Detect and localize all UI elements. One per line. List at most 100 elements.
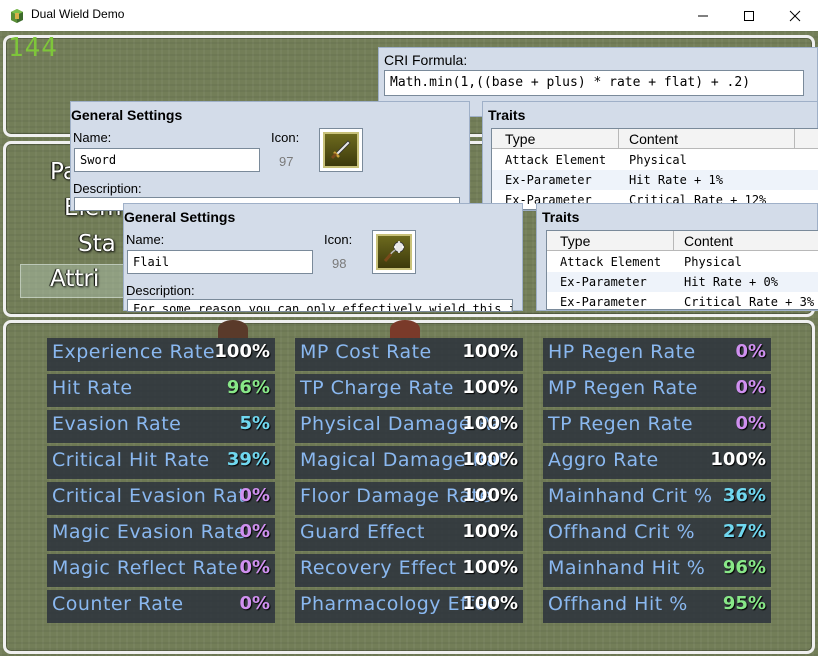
sword-icon — [330, 140, 351, 160]
stat-row: Counter Rate 0% — [47, 590, 275, 623]
weapon2-traits-panel: Traits Type Content Attack Element Physi… — [536, 203, 818, 311]
trait-type: Attack Element — [560, 255, 662, 269]
stat-row: Aggro Rate 100% — [543, 446, 771, 479]
stat-row: Magic Evasion Rate 0% — [47, 518, 275, 551]
weapon2-traits-table[interactable]: Type Content Attack Element Physical Ex-… — [546, 230, 818, 310]
weapon2-traits-title: Traits — [542, 209, 580, 225]
maximize-button[interactable] — [726, 0, 772, 31]
trait-content: Hit Rate + 1% — [629, 173, 723, 187]
stat-value: 100% — [710, 449, 766, 470]
character-sprite — [218, 320, 248, 338]
maximize-icon — [744, 10, 754, 21]
stat-row: Guard Effect 100% — [295, 518, 523, 551]
stat-value: 96% — [722, 557, 766, 578]
stat-value: 0% — [735, 377, 766, 398]
weapon2-name-label: Name: — [126, 232, 165, 247]
close-button[interactable] — [772, 0, 818, 31]
stat-row: Offhand Hit % 95% — [543, 590, 771, 623]
stat-label: Mainhand Crit % — [548, 485, 713, 507]
stat-label: Experience Rate — [52, 341, 216, 363]
menu-command-3[interactable]: Sta — [78, 231, 116, 257]
stat-label: Hit Rate — [52, 377, 133, 399]
table-row[interactable]: Ex-Parameter Critical Rate + 3% — [547, 292, 818, 309]
stat-row: HP Regen Rate 0% — [543, 338, 771, 371]
game-canvas[interactable]: 144 Pa Elem Sta Attri CRI Formula: Math.… — [0, 31, 818, 656]
stat-value: 96% — [226, 377, 270, 398]
weapon1-general-title: General Settings — [71, 107, 183, 123]
column-header-type[interactable]: Type — [505, 131, 535, 147]
stat-row: Floor Damage Rate 100% — [295, 482, 523, 515]
weapon1-traits-panel: Traits Type Content Attack Element Physi… — [482, 101, 818, 211]
stat-label: Critical Hit Rate — [52, 449, 210, 471]
title-bar[interactable]: Dual Wield Demo — [0, 0, 818, 31]
stat-value: 27% — [722, 521, 766, 542]
stat-label: Guard Effect — [300, 521, 425, 543]
stat-value: 100% — [214, 341, 270, 362]
stat-value: 100% — [462, 341, 518, 362]
table-row[interactable]: Ex-Parameter Hit Rate + 1% — [492, 170, 818, 190]
stat-row: TP Regen Rate 0% — [543, 410, 771, 443]
weapon2-icon-picker[interactable] — [372, 230, 416, 274]
trait-content: Critical Rate + 3% — [684, 295, 815, 309]
stat-label: Offhand Hit % — [548, 593, 688, 615]
trait-content: Physical — [629, 153, 687, 167]
app-window: Dual Wield Demo 144 Pa Elem Sta Attri CR… — [0, 0, 818, 656]
stat-row: Magical Damage Rat 100% — [295, 446, 523, 479]
table-header: Type Content — [492, 129, 818, 149]
table-row[interactable]: Ex-Parameter Hit Rate + 0% — [547, 272, 818, 292]
table-row[interactable]: Attack Element Physical — [492, 150, 818, 170]
trait-type: Attack Element — [505, 153, 607, 167]
column-header-content[interactable]: Content — [629, 131, 678, 147]
stat-value: 100% — [462, 521, 518, 542]
stat-value: 100% — [462, 449, 518, 470]
weapon2-general-title: General Settings — [124, 209, 236, 225]
fps-counter: 144 — [8, 33, 58, 63]
stat-value: 100% — [462, 593, 518, 614]
stat-label: Magic Reflect Rate — [52, 557, 239, 579]
weapon1-description-label: Description: — [73, 181, 142, 196]
stat-label: TP Regen Rate — [548, 413, 694, 435]
weapon2-icon-index: 98 — [332, 256, 347, 271]
stat-row: Hit Rate 96% — [47, 374, 275, 407]
stat-value: 0% — [239, 485, 270, 506]
minimize-icon — [698, 15, 708, 16]
flail-icon — [383, 241, 405, 262]
stat-row: Experience Rate 100% — [47, 338, 275, 371]
stat-label: Magic Evasion Rate — [52, 521, 247, 543]
weapon2-description-input[interactable]: For some reason you can only effectively… — [127, 299, 513, 312]
column-header-content[interactable]: Content — [684, 233, 733, 249]
weapon2-name-input[interactable]: Flail — [127, 250, 313, 274]
stat-value: 100% — [462, 413, 518, 434]
stat-label: MP Regen Rate — [548, 377, 698, 399]
stat-value: 39% — [226, 449, 270, 470]
minimize-button[interactable] — [680, 0, 726, 31]
stat-row: Offhand Crit % 27% — [543, 518, 771, 551]
formula-input[interactable]: Math.min(1,((base + plus) * rate + flat)… — [384, 70, 804, 96]
formula-label: CRI Formula: — [384, 52, 468, 68]
stat-label: Mainhand Hit % — [548, 557, 706, 579]
stat-row: Evasion Rate 5% — [47, 410, 275, 443]
trait-type: Ex-Parameter — [505, 173, 592, 187]
stat-label: MP Cost Rate — [300, 341, 432, 363]
weapon1-traits-table[interactable]: Type Content Attack Element Physical Ex-… — [491, 128, 818, 210]
stat-value: 100% — [462, 485, 518, 506]
stat-label: Aggro Rate — [548, 449, 659, 471]
stat-label: Counter Rate — [52, 593, 184, 615]
menu-command-4[interactable]: Attri — [50, 266, 99, 292]
table-row[interactable]: Attack Element Physical — [547, 252, 818, 272]
stat-row: Mainhand Crit % 36% — [543, 482, 771, 515]
weapon1-name-input[interactable]: Sword — [74, 148, 260, 172]
stat-row: MP Cost Rate 100% — [295, 338, 523, 371]
stat-value: 0% — [239, 557, 270, 578]
app-icon — [9, 8, 25, 24]
stat-label: TP Charge Rate — [300, 377, 454, 399]
stat-label: Critical Evasion Rat — [52, 485, 247, 507]
column-header-type[interactable]: Type — [560, 233, 590, 249]
window-title: Dual Wield Demo — [31, 7, 125, 21]
close-icon — [789, 10, 801, 21]
stat-value: 0% — [239, 521, 270, 542]
weapon1-icon-picker[interactable] — [319, 128, 363, 172]
trait-content: Hit Rate + 0% — [684, 275, 778, 289]
stat-row: Critical Evasion Rat 0% — [47, 482, 275, 515]
trait-content: Physical — [684, 255, 742, 269]
